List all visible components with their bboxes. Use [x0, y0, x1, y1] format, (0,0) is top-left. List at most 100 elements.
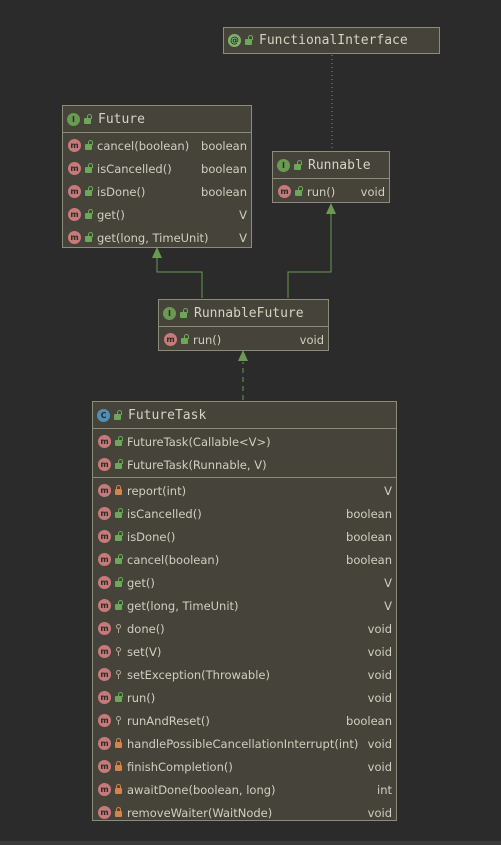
method-row[interactable]: m isDone() boolean: [93, 525, 396, 548]
constructor-row[interactable]: m FutureTask(Callable<V>): [93, 430, 396, 453]
method-icon: m: [98, 714, 111, 727]
method-signature: cancel(boolean): [97, 138, 190, 153]
method-icon: m: [98, 668, 111, 681]
arrowhead-runnable: [326, 203, 336, 214]
node-future-task[interactable]: C FutureTask m FutureTask(Callable<V>) m…: [92, 401, 397, 821]
public-lock-icon: [294, 186, 303, 197]
edge-runnablefuture-to-runnable: [287, 212, 332, 298]
method-icon: m: [68, 139, 81, 152]
bottom-scroll-strip: [0, 841, 501, 845]
node-runnable-future[interactable]: I RunnableFuture m run() void: [158, 299, 329, 351]
method-return-type: boolean: [201, 161, 247, 176]
method-signature: report(int): [127, 483, 187, 498]
public-lock-icon: [180, 334, 189, 345]
private-lock-icon: [114, 807, 123, 818]
method-row[interactable]: m runAndReset() boolean: [93, 709, 396, 732]
private-lock-icon: [114, 784, 123, 795]
method-row[interactable]: m get(long, TimeUnit) V: [63, 226, 251, 249]
method-icon: m: [98, 435, 111, 448]
method-row[interactable]: m done() void: [93, 617, 396, 640]
method-return-type: void: [367, 667, 392, 682]
method-row[interactable]: m isDone() boolean: [63, 180, 251, 203]
method-icon: m: [98, 530, 111, 543]
public-lock-icon: [114, 577, 123, 588]
method-return-type: boolean: [346, 529, 392, 544]
method-return-type: boolean: [201, 184, 247, 199]
method-row[interactable]: m run() void: [93, 686, 396, 709]
method-icon: m: [98, 806, 111, 819]
method-icon: m: [98, 691, 111, 704]
method-row[interactable]: m report(int) V: [93, 479, 396, 502]
constructors-section: m FutureTask(Callable<V>) m FutureTask(R…: [93, 428, 396, 477]
method-signature: handlePossibleCancellationInterrupt(int): [127, 736, 359, 751]
interface-icon: I: [67, 112, 80, 126]
method-icon: m: [98, 553, 111, 566]
node-runnable[interactable]: I Runnable m run() void: [272, 151, 390, 203]
method-row[interactable]: m run() void: [273, 180, 389, 203]
method-row[interactable]: m finishCompletion() void: [93, 755, 396, 778]
node-title: RunnableFuture: [194, 305, 304, 321]
method-return-type: void: [367, 759, 392, 774]
method-return-type: boolean: [346, 506, 392, 521]
annotation-icon: @: [228, 34, 241, 47]
public-lock-icon: [114, 692, 123, 703]
method-signature: get(long, TimeUnit): [127, 598, 239, 613]
method-return-type: boolean: [346, 552, 392, 567]
method-icon: m: [98, 622, 111, 635]
node-title: Future: [98, 111, 145, 127]
method-signature: isCancelled(): [97, 161, 172, 176]
protected-key-icon: [114, 623, 123, 634]
node-functional-interface[interactable]: @ FunctionalInterface: [223, 27, 440, 54]
method-signature: finishCompletion(): [127, 759, 233, 774]
method-signature: isDone(): [97, 184, 146, 199]
method-icon: m: [98, 458, 111, 471]
node-title: Runnable: [308, 157, 371, 173]
method-row[interactable]: m run() void: [159, 328, 328, 351]
method-icon: m: [98, 783, 111, 796]
method-signature: get(): [97, 207, 125, 222]
method-row[interactable]: m awaitDone(boolean, long) int: [93, 778, 396, 801]
node-future[interactable]: I Future m cancel(boolean) boolean m isC…: [62, 105, 252, 248]
method-row[interactable]: m cancel(boolean) boolean: [63, 134, 251, 157]
method-signature: isDone(): [127, 529, 176, 544]
method-icon: m: [98, 507, 111, 520]
method-icon: m: [68, 162, 81, 175]
method-row[interactable]: m removeWaiter(WaitNode) void: [93, 801, 396, 824]
public-lock-icon: [293, 160, 302, 171]
method-return-type: V: [384, 598, 392, 613]
public-lock-icon: [84, 209, 93, 220]
method-icon: m: [68, 185, 81, 198]
public-lock-icon: [114, 554, 123, 565]
method-return-type: V: [239, 230, 247, 245]
method-row[interactable]: m get() V: [63, 203, 251, 226]
method-row[interactable]: m isCancelled() boolean: [93, 502, 396, 525]
method-return-type: void: [299, 332, 324, 347]
public-lock-icon: [83, 114, 92, 125]
public-lock-icon: [114, 459, 123, 470]
method-signature: get(long, TimeUnit): [97, 230, 209, 245]
protected-key-icon: [114, 715, 123, 726]
method-return-type: void: [367, 644, 392, 659]
protected-key-icon: [114, 646, 123, 657]
method-row[interactable]: m setException(Throwable) void: [93, 663, 396, 686]
method-row[interactable]: m isCancelled() boolean: [63, 157, 251, 180]
method-row[interactable]: m get() V: [93, 571, 396, 594]
node-header: C FutureTask: [93, 402, 396, 428]
public-lock-icon: [179, 308, 188, 319]
method-icon: m: [164, 333, 177, 346]
constructor-row[interactable]: m FutureTask(Runnable, V): [93, 453, 396, 476]
public-lock-icon: [114, 508, 123, 519]
method-row[interactable]: m cancel(boolean) boolean: [93, 548, 396, 571]
method-icon: m: [98, 484, 111, 497]
private-lock-icon: [114, 761, 123, 772]
method-row[interactable]: m set(V) void: [93, 640, 396, 663]
public-lock-icon: [114, 531, 123, 542]
method-signature: removeWaiter(WaitNode): [127, 805, 273, 820]
method-icon: m: [68, 208, 81, 221]
public-lock-icon: [84, 140, 93, 151]
method-signature: awaitDone(boolean, long): [127, 782, 276, 797]
node-header: I Future: [63, 106, 251, 132]
method-row[interactable]: m get(long, TimeUnit) V: [93, 594, 396, 617]
method-icon: m: [98, 760, 111, 773]
method-row[interactable]: m handlePossibleCancellationInterrupt(in…: [93, 732, 396, 755]
